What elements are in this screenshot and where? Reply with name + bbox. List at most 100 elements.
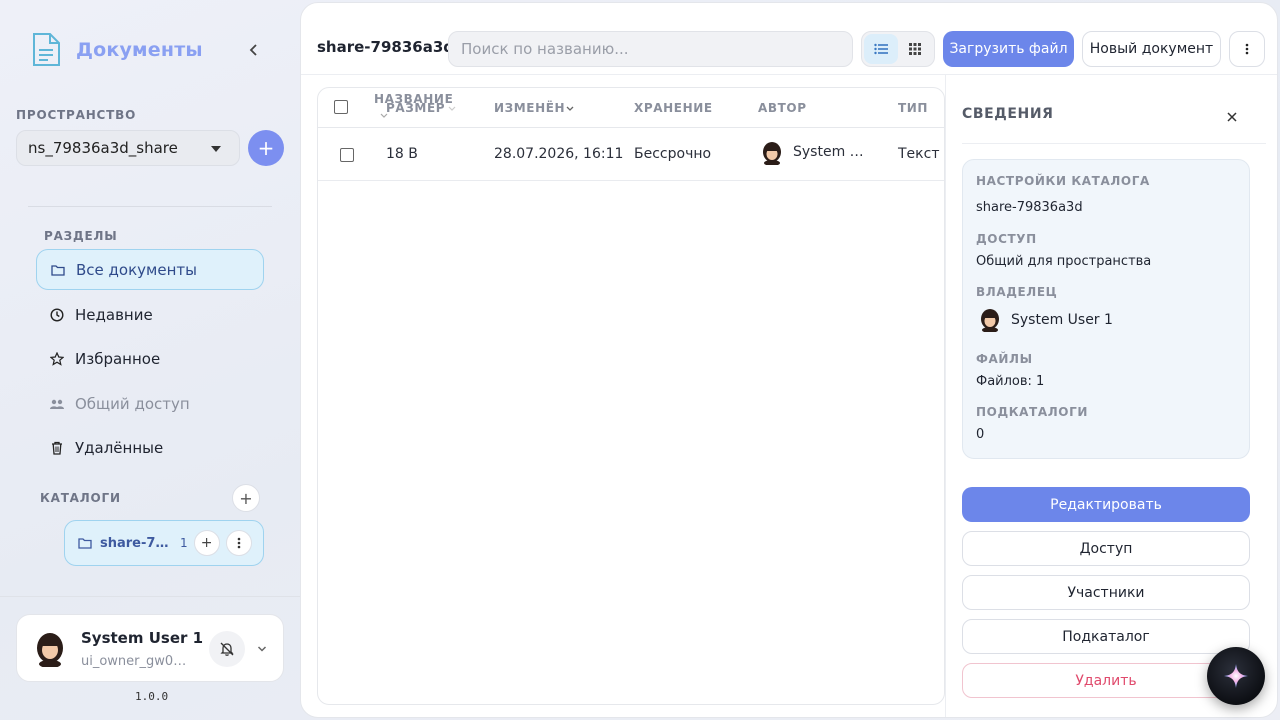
assistant-fab-button[interactable]: [1207, 647, 1265, 705]
row-modified: 28.07.2026, 16:11: [494, 146, 624, 162]
brand-name: Документы: [76, 39, 203, 61]
column-header-author[interactable]: АВТОР: [758, 101, 807, 115]
catalog-add-subcatalog-button[interactable]: +: [193, 530, 220, 556]
sidebar-item-trash[interactable]: Удалённые: [36, 427, 264, 468]
caret-down-icon: [211, 146, 221, 152]
catalog-item-count: 1: [180, 536, 188, 550]
app-version: 1.0.0: [135, 690, 169, 703]
list-view-button[interactable]: [864, 34, 898, 64]
space-label: ПРОСТРАНСТВО: [16, 108, 137, 122]
select-all-checkbox[interactable]: [334, 100, 348, 114]
star-icon: [49, 351, 65, 367]
new-document-button[interactable]: Новый документ: [1082, 31, 1221, 67]
avatar: [37, 633, 63, 667]
space-select-value: ns_79836a3d_share: [28, 139, 178, 157]
catalog-name: share-79836a3d: [976, 200, 1083, 215]
sidebar-item-shared[interactable]: Общий доступ: [36, 383, 264, 424]
collapse-sidebar-button[interactable]: [244, 40, 264, 60]
documents-table: НАЗВАНИЕ РАЗМЕР ИЗМЕНЁН ХРАНЕНИЕ АВТОР Т…: [317, 87, 945, 705]
plus-icon: +: [239, 488, 253, 508]
catalog-more-button[interactable]: [225, 530, 252, 556]
user-email: ui_owner_gw0@example.com: [81, 654, 197, 669]
grid-icon: [909, 43, 921, 55]
view-toggle: [861, 31, 935, 67]
list-icon: [874, 43, 888, 55]
notifications-button[interactable]: [209, 631, 245, 667]
catalog-item-label: share-79836a3d: [100, 535, 174, 551]
user-card[interactable]: System User 1 ui_owner_gw0@example.com: [16, 614, 284, 682]
catalog-item[interactable]: share-79836a3d 1 +: [64, 520, 264, 566]
sidebar-item-favorites[interactable]: Избранное: [36, 338, 264, 379]
more-vertical-icon: [237, 537, 240, 549]
space-select[interactable]: ns_79836a3d_share: [16, 130, 240, 166]
sort-chevron-down-icon: [448, 106, 456, 111]
trash-icon: [49, 440, 65, 456]
close-details-button[interactable]: [1222, 107, 1242, 127]
sidebar-item-label: Избранное: [75, 349, 161, 368]
avatar: [763, 142, 781, 165]
document-logo-icon: [33, 33, 60, 66]
column-header-storage[interactable]: ХРАНЕНИЕ: [634, 101, 713, 115]
row-storage: Бессрочно: [634, 146, 712, 162]
bell-off-icon: [220, 642, 234, 656]
sort-chevron-down-icon: [566, 106, 574, 111]
subcatalog-button[interactable]: Подкаталог: [962, 619, 1250, 654]
grid-view-button[interactable]: [898, 34, 932, 64]
column-header-type[interactable]: ТИП: [898, 101, 928, 115]
add-space-button[interactable]: +: [248, 130, 284, 166]
upload-file-button[interactable]: Загрузить файл: [943, 31, 1074, 67]
table-row[interactable]: 18 B 28.07.2026, 16:11 Бессрочно System …: [318, 129, 944, 181]
details-title: СВЕДЕНИЯ: [962, 106, 1054, 122]
subcatalogs-value: 0: [976, 427, 985, 442]
clock-icon: [49, 307, 65, 323]
access-button[interactable]: Доступ: [962, 531, 1250, 566]
user-name: System User 1: [81, 629, 204, 647]
row-size: 18 B: [386, 146, 418, 162]
details-divider: [962, 143, 1266, 144]
sidebar-item-label: Недавние: [75, 305, 153, 324]
main-panel: share-79836a3d Загрузить файл Новый доку…: [300, 2, 1278, 718]
add-catalog-button[interactable]: +: [232, 484, 260, 512]
owner-value: System User 1: [1011, 312, 1113, 328]
more-vertical-icon: [1245, 43, 1249, 55]
table-header: НАЗВАНИЕ РАЗМЕР ИЗМЕНЁН ХРАНЕНИЕ АВТОР Т…: [318, 88, 944, 128]
catalog-settings-label: НАСТРОЙКИ КАТАЛОГА: [976, 174, 1150, 188]
sidebar-bottom-divider: [0, 596, 300, 597]
files-label: ФАЙЛЫ: [976, 352, 1033, 366]
close-icon: [1227, 112, 1237, 122]
edit-button[interactable]: Редактировать: [962, 487, 1250, 522]
users-icon: [49, 396, 65, 412]
row-checkbox[interactable]: [340, 148, 354, 162]
plus-icon: +: [200, 535, 213, 551]
folder-icon: [78, 538, 92, 549]
chevron-left-icon: [249, 44, 257, 56]
details-panel: СВЕДЕНИЯ НАСТРОЙКИ КАТАЛОГА share-79836a…: [945, 75, 1277, 717]
search-input[interactable]: [448, 31, 853, 67]
brand[interactable]: Документы: [30, 32, 203, 68]
sidebar-item-all-documents[interactable]: Все документы: [36, 249, 264, 290]
catalog-info-box: НАСТРОЙКИ КАТАЛОГА share-79836a3d ДОСТУП…: [962, 159, 1250, 459]
subcatalogs-label: ПОДКАТАЛОГИ: [976, 405, 1088, 419]
sidebar: Документы ПРОСТРАНСТВО ns_79836a3d_share…: [0, 0, 300, 720]
owner-label: ВЛАДЕЛЕЦ: [976, 285, 1058, 299]
members-button[interactable]: Участники: [962, 575, 1250, 610]
folder-icon: [50, 262, 66, 278]
files-value: Файлов: 1: [976, 374, 1045, 389]
access-label: ДОСТУП: [976, 232, 1037, 246]
row-type: Текст: [898, 146, 940, 162]
user-menu-chevron-icon[interactable]: [257, 641, 267, 657]
avatar: [981, 309, 999, 332]
sidebar-divider: [28, 206, 272, 207]
sidebar-item-recent[interactable]: Недавние: [36, 294, 264, 335]
sidebar-item-label: Общий доступ: [75, 394, 190, 413]
plus-icon: +: [257, 136, 275, 160]
column-header-modified[interactable]: ИЗМЕНЁН: [494, 101, 565, 115]
row-author: System User 1: [793, 144, 873, 160]
access-value: Общий для пространства: [976, 254, 1152, 269]
more-options-button[interactable]: [1229, 31, 1265, 67]
catalogs-label: КАТАЛОГИ: [40, 491, 121, 505]
sidebar-item-label: Удалённые: [75, 438, 164, 457]
column-header-size[interactable]: РАЗМЕР: [386, 101, 445, 115]
breadcrumb[interactable]: share-79836a3d: [317, 38, 454, 56]
sparkle-icon: [1224, 664, 1248, 688]
